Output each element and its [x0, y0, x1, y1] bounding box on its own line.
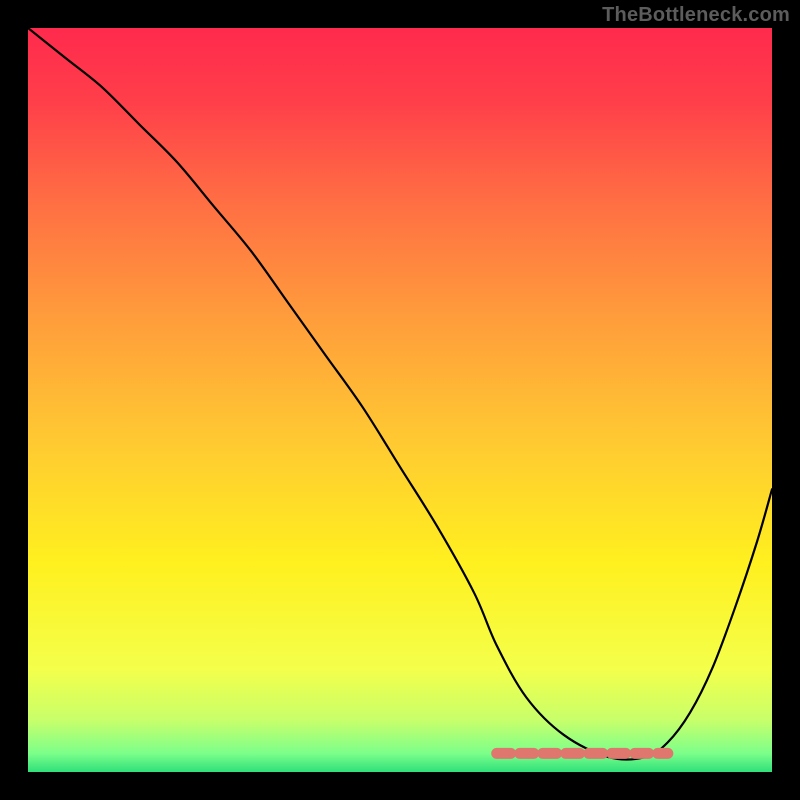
- bottleneck-chart: [28, 28, 772, 772]
- watermark-text: TheBottleneck.com: [602, 4, 790, 27]
- chart-stage: TheBottleneck.com: [0, 0, 800, 800]
- gradient-panel: [28, 28, 772, 772]
